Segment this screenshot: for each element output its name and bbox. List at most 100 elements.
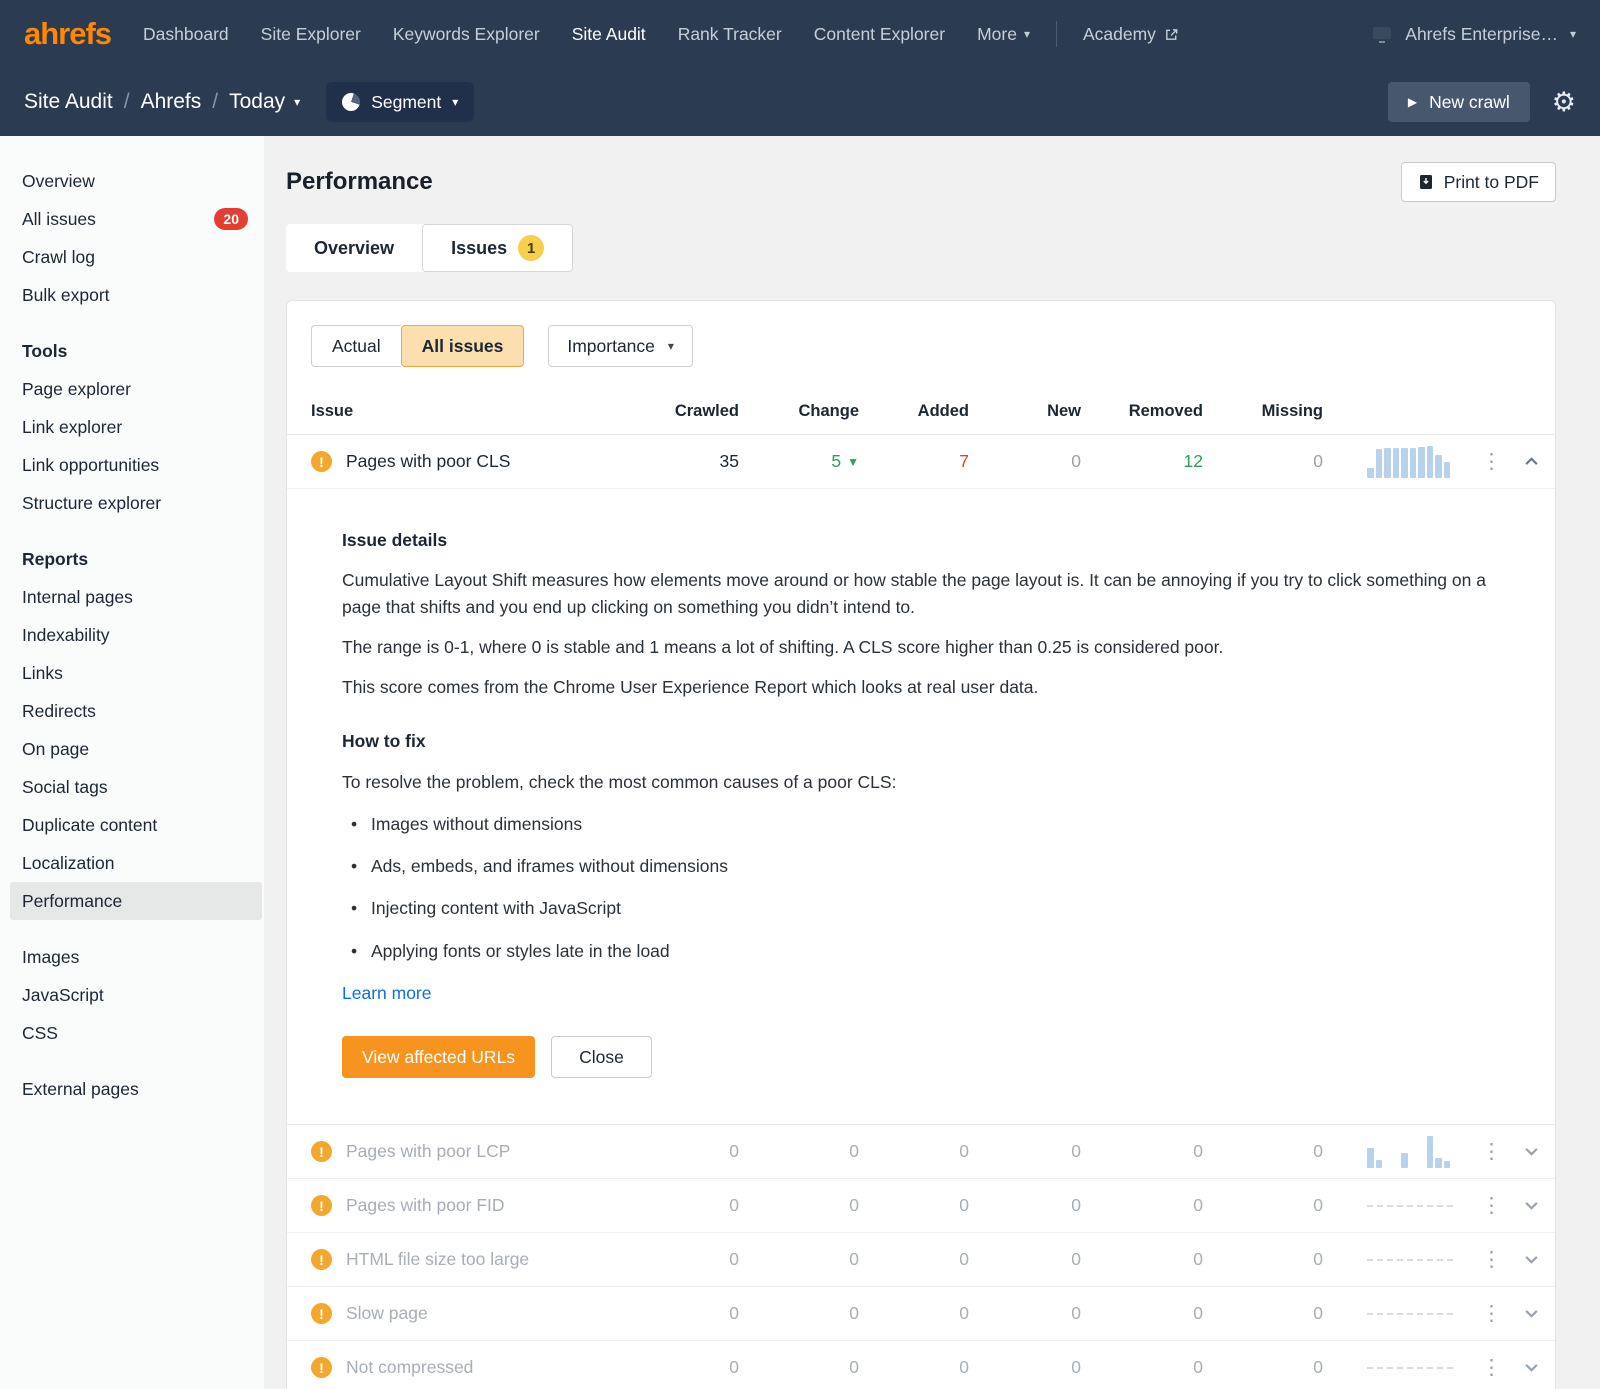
sidebar-item-page-explorer[interactable]: Page explorer bbox=[0, 370, 264, 408]
breadcrumb-date-dropdown[interactable]: Today ▾ bbox=[229, 90, 300, 114]
academy-label: Academy bbox=[1082, 23, 1156, 44]
kebab-menu-icon[interactable]: ⋮ bbox=[1481, 1141, 1502, 1162]
sidebar-item-on-page[interactable]: On page bbox=[0, 730, 264, 768]
sidebar-item-redirects[interactable]: Redirects bbox=[0, 692, 264, 730]
subnav-actions: ▶ New crawl ⚙ bbox=[1387, 82, 1576, 122]
warning-icon[interactable]: ! bbox=[311, 1195, 332, 1216]
sidebar-item-external-pages[interactable]: External pages bbox=[0, 1070, 264, 1108]
issue-name[interactable]: Pages with poor CLS bbox=[346, 451, 510, 472]
nav-content-explorer[interactable]: Content Explorer bbox=[814, 24, 945, 45]
warning-icon[interactable]: ! bbox=[311, 451, 332, 472]
missing-value: 0 bbox=[1313, 451, 1323, 471]
added-value: 0 bbox=[959, 1303, 969, 1323]
breadcrumb-project[interactable]: Ahrefs bbox=[141, 90, 202, 114]
sidebar-item-all-issues[interactable]: All issues 20 bbox=[0, 200, 264, 238]
nav-keywords-explorer[interactable]: Keywords Explorer bbox=[393, 24, 540, 45]
sidebar: Overview All issues 20 Crawl log Bulk ex… bbox=[0, 136, 264, 1389]
new-crawl-button[interactable]: ▶ New crawl bbox=[1387, 82, 1530, 122]
nav-divider bbox=[1055, 21, 1057, 47]
removed-value: 0 bbox=[1193, 1357, 1203, 1377]
sidebar-item-crawl-log[interactable]: Crawl log bbox=[0, 238, 264, 276]
warning-icon[interactable]: ! bbox=[311, 1141, 332, 1162]
learn-more-link[interactable]: Learn more bbox=[342, 980, 432, 1006]
change-value: 0 bbox=[739, 1249, 859, 1270]
tab-overview[interactable]: Overview bbox=[286, 224, 422, 272]
issue-name[interactable]: Slow page bbox=[346, 1303, 428, 1324]
kebab-menu-icon[interactable]: ⋮ bbox=[1481, 1303, 1502, 1324]
new-value: 0 bbox=[1071, 1141, 1081, 1161]
issue-name[interactable]: Pages with poor LCP bbox=[346, 1141, 510, 1162]
change-number: 0 bbox=[849, 1141, 859, 1161]
chevron-down-icon[interactable] bbox=[1524, 1198, 1539, 1213]
view-affected-urls-button[interactable]: View affected URLs bbox=[342, 1036, 536, 1078]
nav-dashboard[interactable]: Dashboard bbox=[143, 24, 229, 45]
issue-name[interactable]: HTML file size too large bbox=[346, 1249, 529, 1270]
kebab-menu-icon[interactable]: ⋮ bbox=[1481, 1357, 1502, 1378]
segment-button[interactable]: Segment ▾ bbox=[326, 82, 475, 122]
issue-details-paragraph: The range is 0-1, where 0 is stable and … bbox=[342, 636, 1224, 657]
importance-dropdown[interactable]: Importance ▾ bbox=[548, 325, 693, 367]
cause-item: Applying fonts or styles late in the loa… bbox=[342, 938, 1531, 965]
chevron-up-icon[interactable] bbox=[1524, 454, 1539, 469]
sidebar-group-assets: Images JavaScript CSS bbox=[0, 938, 264, 1052]
issue-name[interactable]: Pages with poor FID bbox=[346, 1195, 505, 1216]
warning-icon[interactable]: ! bbox=[311, 1249, 332, 1270]
sidebar-item-social-tags[interactable]: Social tags bbox=[0, 768, 264, 806]
primary-nav: Dashboard Site Explorer Keywords Explore… bbox=[143, 24, 1030, 45]
top-nav: ahrefs Dashboard Site Explorer Keywords … bbox=[0, 0, 1600, 68]
issue-name[interactable]: Not compressed bbox=[346, 1357, 473, 1378]
ahrefs-logo[interactable]: ahrefs bbox=[24, 16, 112, 52]
breadcrumb-separator: / bbox=[123, 90, 130, 113]
issue-row-fid: ! Pages with poor FID 0 0 0 0 0 0 ⋮ bbox=[287, 1179, 1555, 1233]
chevron-down-icon: ▾ bbox=[294, 95, 301, 109]
kebab-menu-icon[interactable]: ⋮ bbox=[1481, 451, 1502, 472]
chevron-down-icon[interactable] bbox=[1524, 1144, 1539, 1159]
close-button[interactable]: Close bbox=[551, 1036, 652, 1078]
account-label: Ahrefs Enterprise… bbox=[1405, 23, 1558, 44]
warning-icon[interactable]: ! bbox=[311, 1357, 332, 1378]
kebab-menu-icon[interactable]: ⋮ bbox=[1481, 1195, 1502, 1216]
tab-issues[interactable]: Issues 1 bbox=[422, 224, 574, 272]
col-header-issue: Issue bbox=[311, 402, 354, 420]
nav-more[interactable]: More ▾ bbox=[977, 24, 1030, 45]
sidebar-item-localization[interactable]: Localization bbox=[0, 844, 264, 882]
sidebar-item-duplicate-content[interactable]: Duplicate content bbox=[0, 806, 264, 844]
change-value: 0 bbox=[739, 1141, 859, 1162]
account-menu[interactable]: Ahrefs Enterprise… ▾ bbox=[1371, 24, 1576, 45]
history-sparkline bbox=[1367, 1135, 1453, 1168]
change-value: 5 ▼ bbox=[739, 451, 859, 472]
sidebar-item-structure-explorer[interactable]: Structure explorer bbox=[0, 484, 264, 522]
breadcrumb-site-audit[interactable]: Site Audit bbox=[24, 90, 113, 114]
nav-site-explorer[interactable]: Site Explorer bbox=[261, 24, 361, 45]
nav-academy[interactable]: Academy bbox=[1083, 24, 1179, 45]
sidebar-item-link-explorer[interactable]: Link explorer bbox=[0, 408, 264, 446]
main-header: Performance Print to PDF bbox=[286, 162, 1556, 202]
sidebar-item-indexability[interactable]: Indexability bbox=[0, 616, 264, 654]
print-to-pdf-button[interactable]: Print to PDF bbox=[1400, 162, 1556, 202]
gear-icon[interactable]: ⚙ bbox=[1552, 88, 1576, 116]
sidebar-item-performance[interactable]: Performance bbox=[10, 882, 262, 920]
sidebar-item-javascript[interactable]: JavaScript bbox=[0, 976, 264, 1014]
sidebar-item-links[interactable]: Links bbox=[0, 654, 264, 692]
filter-all-issues-button[interactable]: All issues bbox=[400, 325, 525, 367]
sidebar-item-internal-pages[interactable]: Internal pages bbox=[0, 578, 264, 616]
added-value: 0 bbox=[959, 1195, 969, 1215]
chevron-down-icon[interactable] bbox=[1524, 1360, 1539, 1375]
chevron-down-icon: ▾ bbox=[452, 95, 459, 109]
sidebar-item-overview[interactable]: Overview bbox=[0, 162, 264, 200]
how-to-fix-intro: To resolve the problem, check the most c… bbox=[342, 771, 897, 792]
chevron-down-icon[interactable] bbox=[1524, 1306, 1539, 1321]
sidebar-item-link-opportunities[interactable]: Link opportunities bbox=[0, 446, 264, 484]
added-value: 0 bbox=[959, 1357, 969, 1377]
external-link-icon bbox=[1166, 28, 1178, 40]
nav-rank-tracker[interactable]: Rank Tracker bbox=[678, 24, 782, 45]
sidebar-item-css[interactable]: CSS bbox=[0, 1014, 264, 1052]
sidebar-item-images[interactable]: Images bbox=[0, 938, 264, 976]
sidebar-item-bulk-export[interactable]: Bulk export bbox=[0, 276, 264, 314]
trend-down-icon: ▼ bbox=[847, 454, 859, 469]
warning-icon[interactable]: ! bbox=[311, 1303, 332, 1324]
kebab-menu-icon[interactable]: ⋮ bbox=[1481, 1249, 1502, 1270]
filter-actual-button[interactable]: Actual bbox=[311, 325, 401, 367]
nav-site-audit[interactable]: Site Audit bbox=[572, 24, 646, 45]
chevron-down-icon[interactable] bbox=[1524, 1252, 1539, 1267]
